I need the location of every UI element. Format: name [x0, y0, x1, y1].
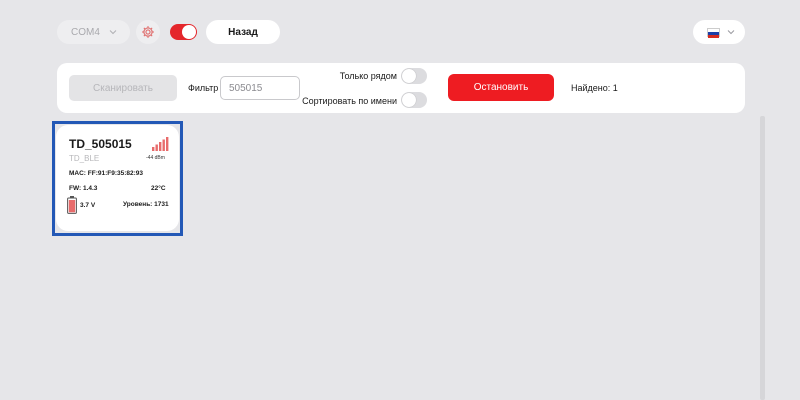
port-select[interactable]: COM4	[57, 20, 130, 44]
device-card[interactable]: TD_505015 TD_BLE -44 dBm MAC: FF:91:F9:3…	[56, 125, 179, 231]
top-bar: COM4 Назад	[0, 0, 800, 60]
toggle-knob	[402, 69, 416, 83]
found-count: Найдено: 1	[571, 83, 618, 93]
chevron-down-icon	[109, 30, 117, 35]
battery-voltage: 3.7 V	[80, 202, 96, 209]
level-value: Уровень: 1731	[123, 201, 169, 208]
toggle-knob	[182, 25, 196, 39]
scrollbar[interactable]	[760, 116, 765, 400]
russia-flag-icon	[707, 28, 720, 38]
gear-icon	[142, 26, 154, 38]
device-type: TD_BLE	[69, 154, 100, 163]
stop-button[interactable]: Остановить	[448, 74, 554, 101]
sort-by-name-label: Сортировать по имени	[302, 96, 397, 106]
toggle-knob	[402, 93, 416, 107]
nearby-only-toggle[interactable]	[401, 68, 427, 84]
scan-button[interactable]: Сканировать	[69, 75, 177, 101]
language-select[interactable]	[693, 20, 745, 44]
firmware-version: FW: 1.4.3	[69, 185, 98, 192]
nearby-only-label: Только рядом	[339, 71, 397, 81]
mac-address: MAC: FF:91:F9:35:82:93	[69, 170, 144, 177]
scan-control-panel: Сканировать Фильтр 505015 Только рядом С…	[57, 63, 745, 113]
battery-icon	[67, 196, 77, 214]
signal-strength-icon	[152, 137, 169, 151]
settings-button[interactable]	[136, 20, 160, 44]
filter-input[interactable]: 505015	[220, 76, 300, 100]
sort-by-name-toggle[interactable]	[401, 92, 427, 108]
port-select-value: COM4	[71, 26, 100, 38]
rssi-value: -44 dBm	[146, 155, 165, 161]
temperature: 22°C	[151, 185, 166, 192]
device-name: TD_505015	[69, 137, 132, 151]
chevron-down-icon	[727, 30, 735, 35]
filter-label: Фильтр	[188, 83, 219, 93]
connection-toggle[interactable]	[170, 24, 197, 40]
back-button[interactable]: Назад	[206, 20, 280, 44]
